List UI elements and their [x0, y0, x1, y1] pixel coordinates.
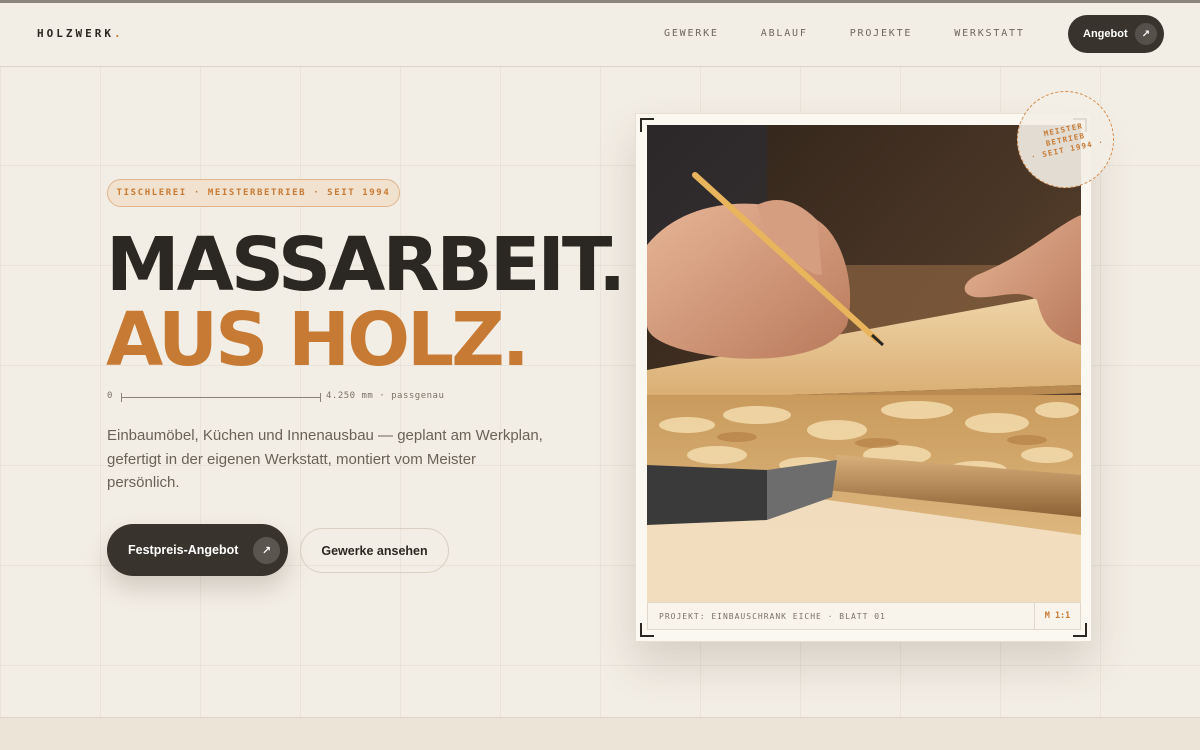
festpreis-angebot-button[interactable]: Festpreis-Angebot ↗ — [107, 524, 288, 576]
brand-logo[interactable]: HOLZWERK. — [37, 27, 124, 40]
ruler-start-label: 0 — [107, 391, 113, 401]
project-photo — [647, 125, 1081, 602]
nav-item-gewerke[interactable]: GEWERKE — [664, 28, 719, 39]
ruler-end-tick — [320, 393, 321, 402]
arrow-up-right-icon: ↗ — [1135, 23, 1157, 45]
gewerke-ansehen-button[interactable]: Gewerke ansehen — [300, 528, 449, 573]
angebot-button-label: Angebot — [1083, 28, 1128, 40]
site-header: HOLZWERK. GEWERKE ABLAUF PROJEKTE WERKST… — [0, 3, 1200, 67]
brand-dot: . — [113, 27, 124, 40]
next-section-band — [0, 717, 1200, 750]
project-caption-bar: PROJEKT: EINBAUSCHRANK EICHE · BLATT 01 … — [647, 602, 1081, 630]
nav-item-ablauf[interactable]: ABLAUF — [761, 28, 808, 39]
angebot-button[interactable]: Angebot ↗ — [1068, 15, 1164, 53]
project-card: PROJEKT: EINBAUSCHRANK EICHE · BLATT 01 … — [635, 113, 1092, 642]
headline-line-1: MASSARBEIT. — [106, 222, 626, 308]
hero-lead-text: Einbaumöbel, Küchen und Innenausbau — ge… — [107, 427, 543, 491]
project-caption: PROJEKT: EINBAUSCHRANK EICHE · BLATT 01 — [659, 611, 886, 621]
ruler-line — [121, 397, 320, 398]
measurement-ruler: 0 4.250 mm · passgenau — [107, 390, 467, 404]
arrow-up-right-icon: ↗ — [253, 537, 280, 564]
festpreis-angebot-label: Festpreis-Angebot — [128, 543, 239, 557]
hero-badge: TISCHLEREI · MEISTERBETRIEB · SEIT 1994 — [107, 179, 400, 207]
nav-item-werkstatt[interactable]: WERKSTATT — [954, 28, 1024, 39]
main-nav: GEWERKE ABLAUF PROJEKTE WERKSTATT — [664, 28, 1067, 39]
headline-line-2: AUS HOLZ. — [106, 297, 530, 383]
project-scale: M 1:1 — [1034, 603, 1080, 629]
brand-name: HOLZWERK — [37, 27, 114, 40]
ruler-measure-label: 4.250 mm · passgenau — [326, 391, 445, 401]
nav-item-projekte[interactable]: PROJEKTE — [850, 28, 913, 39]
